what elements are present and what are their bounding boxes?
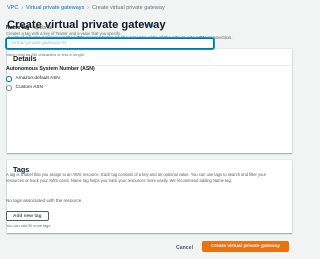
asn-option-custom-label: Custom ASN [15,85,43,91]
create-virtual-private-gateway-button[interactable]: Create virtual private gateway [202,241,289,252]
cancel-button[interactable]: Cancel [176,245,193,251]
details-header: Details [7,49,292,66]
chevron-right-icon: › [87,5,89,11]
asn-option-amazon-default[interactable]: Amazon default ASN [6,76,60,82]
radio-unselected-icon[interactable] [6,85,12,91]
add-new-tag-button[interactable]: Add new tag [6,211,49,221]
breadcrumb-virtual-private-gateways[interactable]: Virtual private gateways [26,5,84,11]
tags-description: A tag is a label that you assign to an A… [6,172,266,183]
name-tag-constraint: Value must be 256 characters or less in … [6,53,85,57]
details-panel: Details [7,49,292,153]
tags-limit-text: You can add 50 more tags. [6,224,52,228]
asn-option-custom[interactable]: Custom ASN [6,85,43,91]
name-tag-input[interactable] [6,38,214,49]
breadcrumb-current: Create virtual private gateway [91,5,165,11]
chevron-right-icon: › [21,5,23,11]
tags-empty-text: No tags associated with the resource. [6,198,83,203]
asn-option-amazon-default-label: Amazon default ASN [15,76,60,82]
name-tag-description: Creates a tag with a key of 'Name' and a… [6,31,121,36]
info-link[interactable]: Info [146,23,154,28]
breadcrumb: VPC › Virtual private gateways › Create … [7,5,165,11]
breadcrumb-vpc[interactable]: VPC [7,5,18,11]
radio-selected-icon[interactable] [6,76,12,82]
tags-panel: Tags [7,160,292,233]
asn-label: Autonomous System Number (ASN) [6,66,95,72]
